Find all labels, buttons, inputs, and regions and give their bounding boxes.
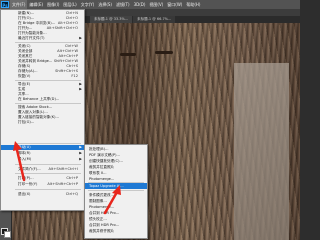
menu-file[interactable]: 文件(F) [10, 0, 28, 9]
menu-edit[interactable]: 编辑(E) [27, 0, 45, 9]
submenu-arrow-icon: ▶ [79, 157, 82, 161]
menu-item-package[interactable]: 打包(G)... [1, 120, 84, 125]
menu-image[interactable]: 图像(I) [45, 0, 61, 9]
menu-bar: Ps 文件(F) 编辑(E) 图像(I) 图层(L) 文字(Y) 选择(S) 滤… [0, 0, 300, 9]
bark-highlight [234, 63, 289, 240]
menu-separator [15, 189, 81, 190]
photoshop-logo: Ps [1, 1, 9, 8]
menu-separator [15, 143, 81, 144]
background-color-swatch[interactable] [4, 231, 11, 238]
owl-left-eye [120, 53, 136, 56]
menu-layer[interactable]: 图层(L) [61, 0, 78, 9]
menu-separator [88, 190, 144, 191]
menu-separator [15, 173, 81, 174]
automate-submenu: 批处理(B)... PDF 演示文稿(P)... 创建快捷批处理(C)... 裁… [84, 144, 148, 239]
menu-item-recent[interactable]: 最近打开文件(T) ▶ [1, 36, 84, 41]
menu-view[interactable]: 视图(V) [147, 0, 165, 9]
menu-select[interactable]: 选择(S) [96, 0, 114, 9]
menu-item-scripts[interactable]: 脚本(R) ▶ [1, 151, 84, 156]
menu-separator [15, 103, 81, 104]
menu-3d[interactable]: 3D(D) [132, 0, 148, 9]
submenu-arrow-icon: ▶ [79, 145, 82, 149]
menu-item-revert[interactable]: 恢复(V) F12 [1, 74, 84, 79]
tab-document-2[interactable]: 未标题-1 @ 66.7%... [133, 16, 176, 23]
file-menu-dropdown: 新建(N)... Ctrl+N 打开(O)... Ctrl+O 在 Bridge 中… [0, 9, 85, 211]
menu-separator [15, 164, 81, 165]
submenu-item-crop-straighten-2[interactable]: 裁剪并修齐照片 [85, 228, 147, 234]
menu-item-print-one-copy[interactable]: 打印一份(Y) Alt+Shift+Ctrl+P [1, 182, 84, 187]
submenu-arrow-icon: ▶ [79, 151, 82, 155]
menu-separator [15, 80, 81, 81]
submenu-item-topaz-upgrade-ai[interactable]: Topaz Upgrade Ai... [85, 183, 147, 189]
menu-window[interactable]: 窗口(W) [165, 0, 184, 9]
menu-item-import[interactable]: 导入(M) ▶ [1, 157, 84, 162]
menu-filter[interactable]: 滤镜(T) [114, 0, 132, 9]
menu-item-print[interactable]: 打印(P)... Ctrl+P [1, 176, 84, 181]
menu-item-file-info[interactable]: 文件简介(F)... Alt+Shift+Ctrl+I [1, 167, 84, 172]
menu-separator [15, 42, 81, 43]
tab-document-1[interactable]: 未标题-1 @ 33.3%... [90, 16, 133, 23]
owl-right-eye [155, 51, 173, 54]
submenu-arrow-icon: ▶ [79, 36, 82, 40]
menu-type[interactable]: 文字(Y) [79, 0, 97, 9]
menu-item-automate[interactable]: 自动(U) ▶ [1, 145, 84, 150]
menu-help[interactable]: 帮助(H) [184, 0, 202, 9]
menu-item-share-behance[interactable]: 在 Behance 上共享(D)... [1, 97, 84, 102]
menu-item-exit[interactable]: 退出(X) Ctrl+Q [1, 192, 84, 197]
